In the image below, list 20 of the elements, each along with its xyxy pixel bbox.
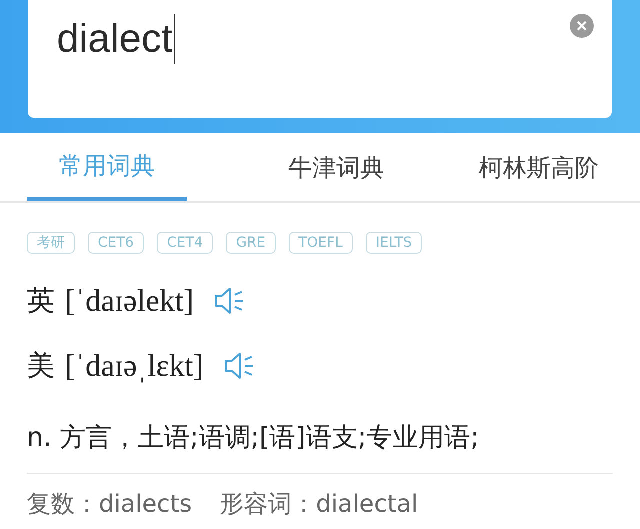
phonetic-text: [ˈdaɪəˌlɛkt] — [65, 348, 204, 384]
speaker-icon[interactable] — [224, 352, 254, 380]
exam-tag: CET4 — [157, 232, 214, 254]
phonetic-text: [ˈdaɪəlekt] — [65, 282, 194, 318]
exam-tag: 考研 — [27, 232, 75, 254]
inflection-text: 形容词：dialectal — [220, 489, 418, 520]
exam-tag: GRE — [226, 232, 276, 254]
tab[interactable]: 牛津词典 — [235, 133, 438, 201]
inflection-text: 复数：dialects — [27, 489, 192, 520]
search-field[interactable]: dialect — [28, 0, 612, 118]
region-label: 美 — [27, 348, 55, 384]
exam-tag: IELTS — [366, 232, 422, 254]
definition-text: n. 方言，土语;语调;[语]语支;专业用语; — [27, 398, 613, 474]
exam-tag: TOEFL — [288, 232, 353, 254]
region-label: 英 — [27, 282, 55, 318]
tab[interactable]: 柯林斯高阶 — [438, 133, 640, 201]
clear-icon[interactable] — [570, 14, 594, 38]
speaker-icon[interactable] — [214, 286, 244, 314]
text-cursor — [174, 14, 175, 64]
exam-tag: CET6 — [88, 232, 144, 254]
